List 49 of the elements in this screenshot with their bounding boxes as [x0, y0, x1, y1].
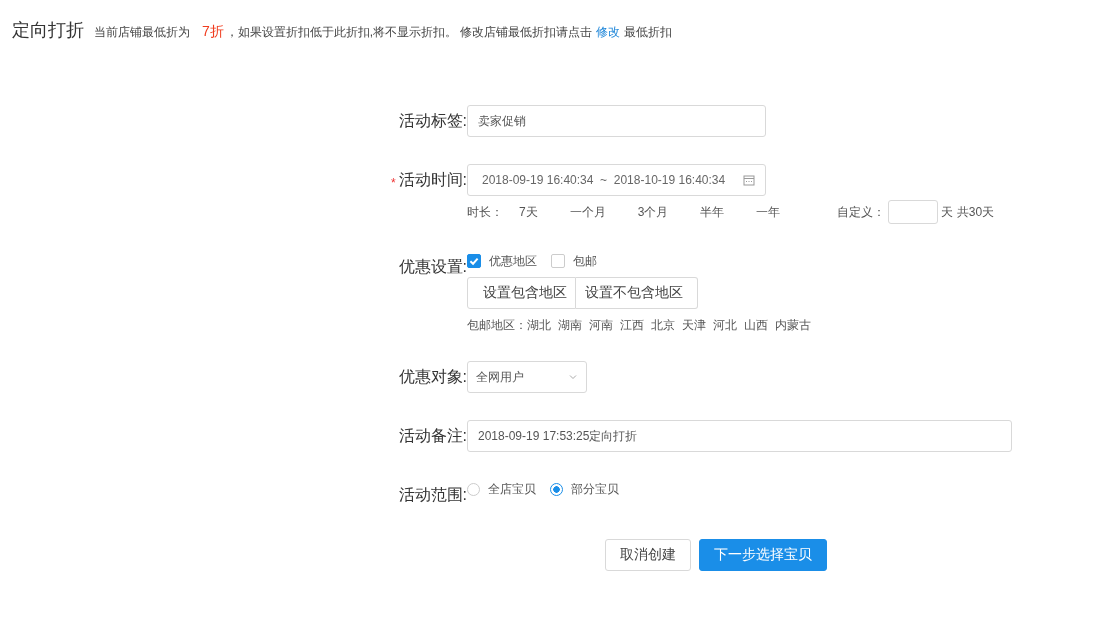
- radio-button[interactable]: [467, 482, 480, 496]
- field-label: 优惠设置:: [398, 257, 467, 277]
- region-name: 北京: [651, 317, 675, 334]
- modify-link[interactable]: 修改: [596, 24, 621, 41]
- calendar-icon: [743, 174, 755, 186]
- region-name: 湖南: [558, 317, 582, 334]
- notice-text: ，如果设置折扣低于此折扣,将不显示折扣。 修改店铺最低折扣请点击: [225, 24, 593, 41]
- field-label: 活动备注:: [398, 426, 467, 446]
- region-button[interactable]: 设置包含地区: [467, 277, 576, 309]
- radio-button[interactable]: [550, 482, 563, 496]
- checkbox[interactable]: [467, 254, 481, 268]
- checkbox-label: 优惠地区: [489, 252, 537, 270]
- page-title: 定向打折: [12, 19, 84, 42]
- field-label: 活动时间:: [398, 170, 467, 190]
- notice-text: 当前店铺最低折为: [94, 24, 190, 41]
- required-mark: *: [390, 176, 396, 190]
- duration-option[interactable]: 7天: [519, 203, 538, 221]
- checkbox[interactable]: [551, 254, 565, 268]
- duration-option[interactable]: 一个月: [569, 203, 606, 221]
- custom-label: 自定义：: [837, 203, 886, 221]
- caret-icon: [568, 372, 578, 382]
- duration-label: 时长：: [467, 203, 503, 221]
- region-name: 内蒙古: [775, 317, 811, 334]
- field-label: 活动标签:: [398, 111, 467, 131]
- checkbox-label: 包邮: [573, 252, 597, 270]
- radio-label: 部分宝贝: [571, 480, 619, 498]
- total-days-text: 天 共30天: [941, 203, 995, 221]
- field-label: 活动范围:: [398, 485, 467, 505]
- notice-text: 最低折扣: [624, 24, 673, 41]
- region-name: 天津: [682, 317, 706, 334]
- region-label: 包邮地区：: [467, 317, 527, 334]
- duration-option[interactable]: 3个月: [637, 203, 669, 221]
- discount-value: 7折: [202, 23, 224, 41]
- custom-days-field[interactable]: [888, 200, 939, 224]
- duration-option[interactable]: 半年: [700, 203, 725, 221]
- cancel-button[interactable]: 取消创建: [605, 539, 691, 571]
- region-name: 湖北: [527, 317, 551, 334]
- date-range-field[interactable]: 2018-09-19 16:40:34 ~ 2018-10-19 16:40:34: [467, 164, 766, 196]
- duration-option[interactable]: 一年: [756, 203, 781, 221]
- field-label: 优惠对象:: [398, 367, 467, 387]
- region-name: 山西: [744, 317, 768, 334]
- text-field[interactable]: 卖家促销: [467, 105, 766, 137]
- text-field[interactable]: 2018-09-19 17:53:25定向打折: [467, 420, 1012, 452]
- region-button[interactable]: 设置不包含地区: [576, 277, 698, 309]
- radio-label: 全店宝贝: [488, 480, 536, 498]
- region-name: 河南: [589, 317, 613, 334]
- region-name: 江西: [620, 317, 644, 334]
- region-name: 河北: [713, 317, 737, 334]
- select-dropdown[interactable]: 全网用户: [467, 361, 587, 393]
